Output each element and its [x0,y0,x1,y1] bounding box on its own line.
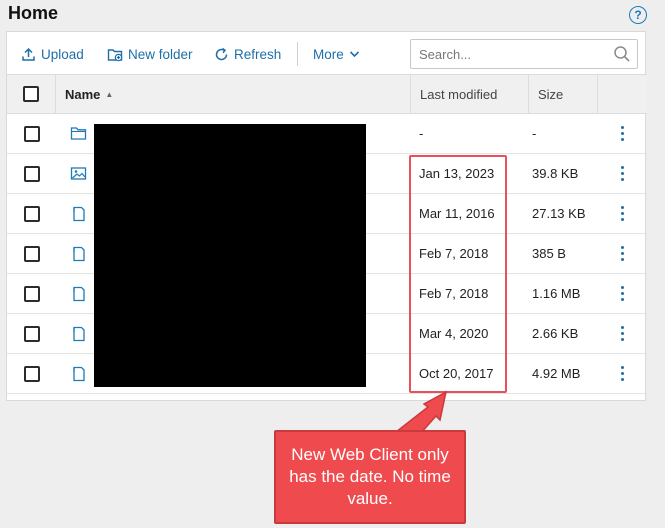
annotation-callout: New Web Client only has the date. No tim… [274,430,466,524]
annotation-text: New Web Client only has the date. No tim… [289,445,451,508]
